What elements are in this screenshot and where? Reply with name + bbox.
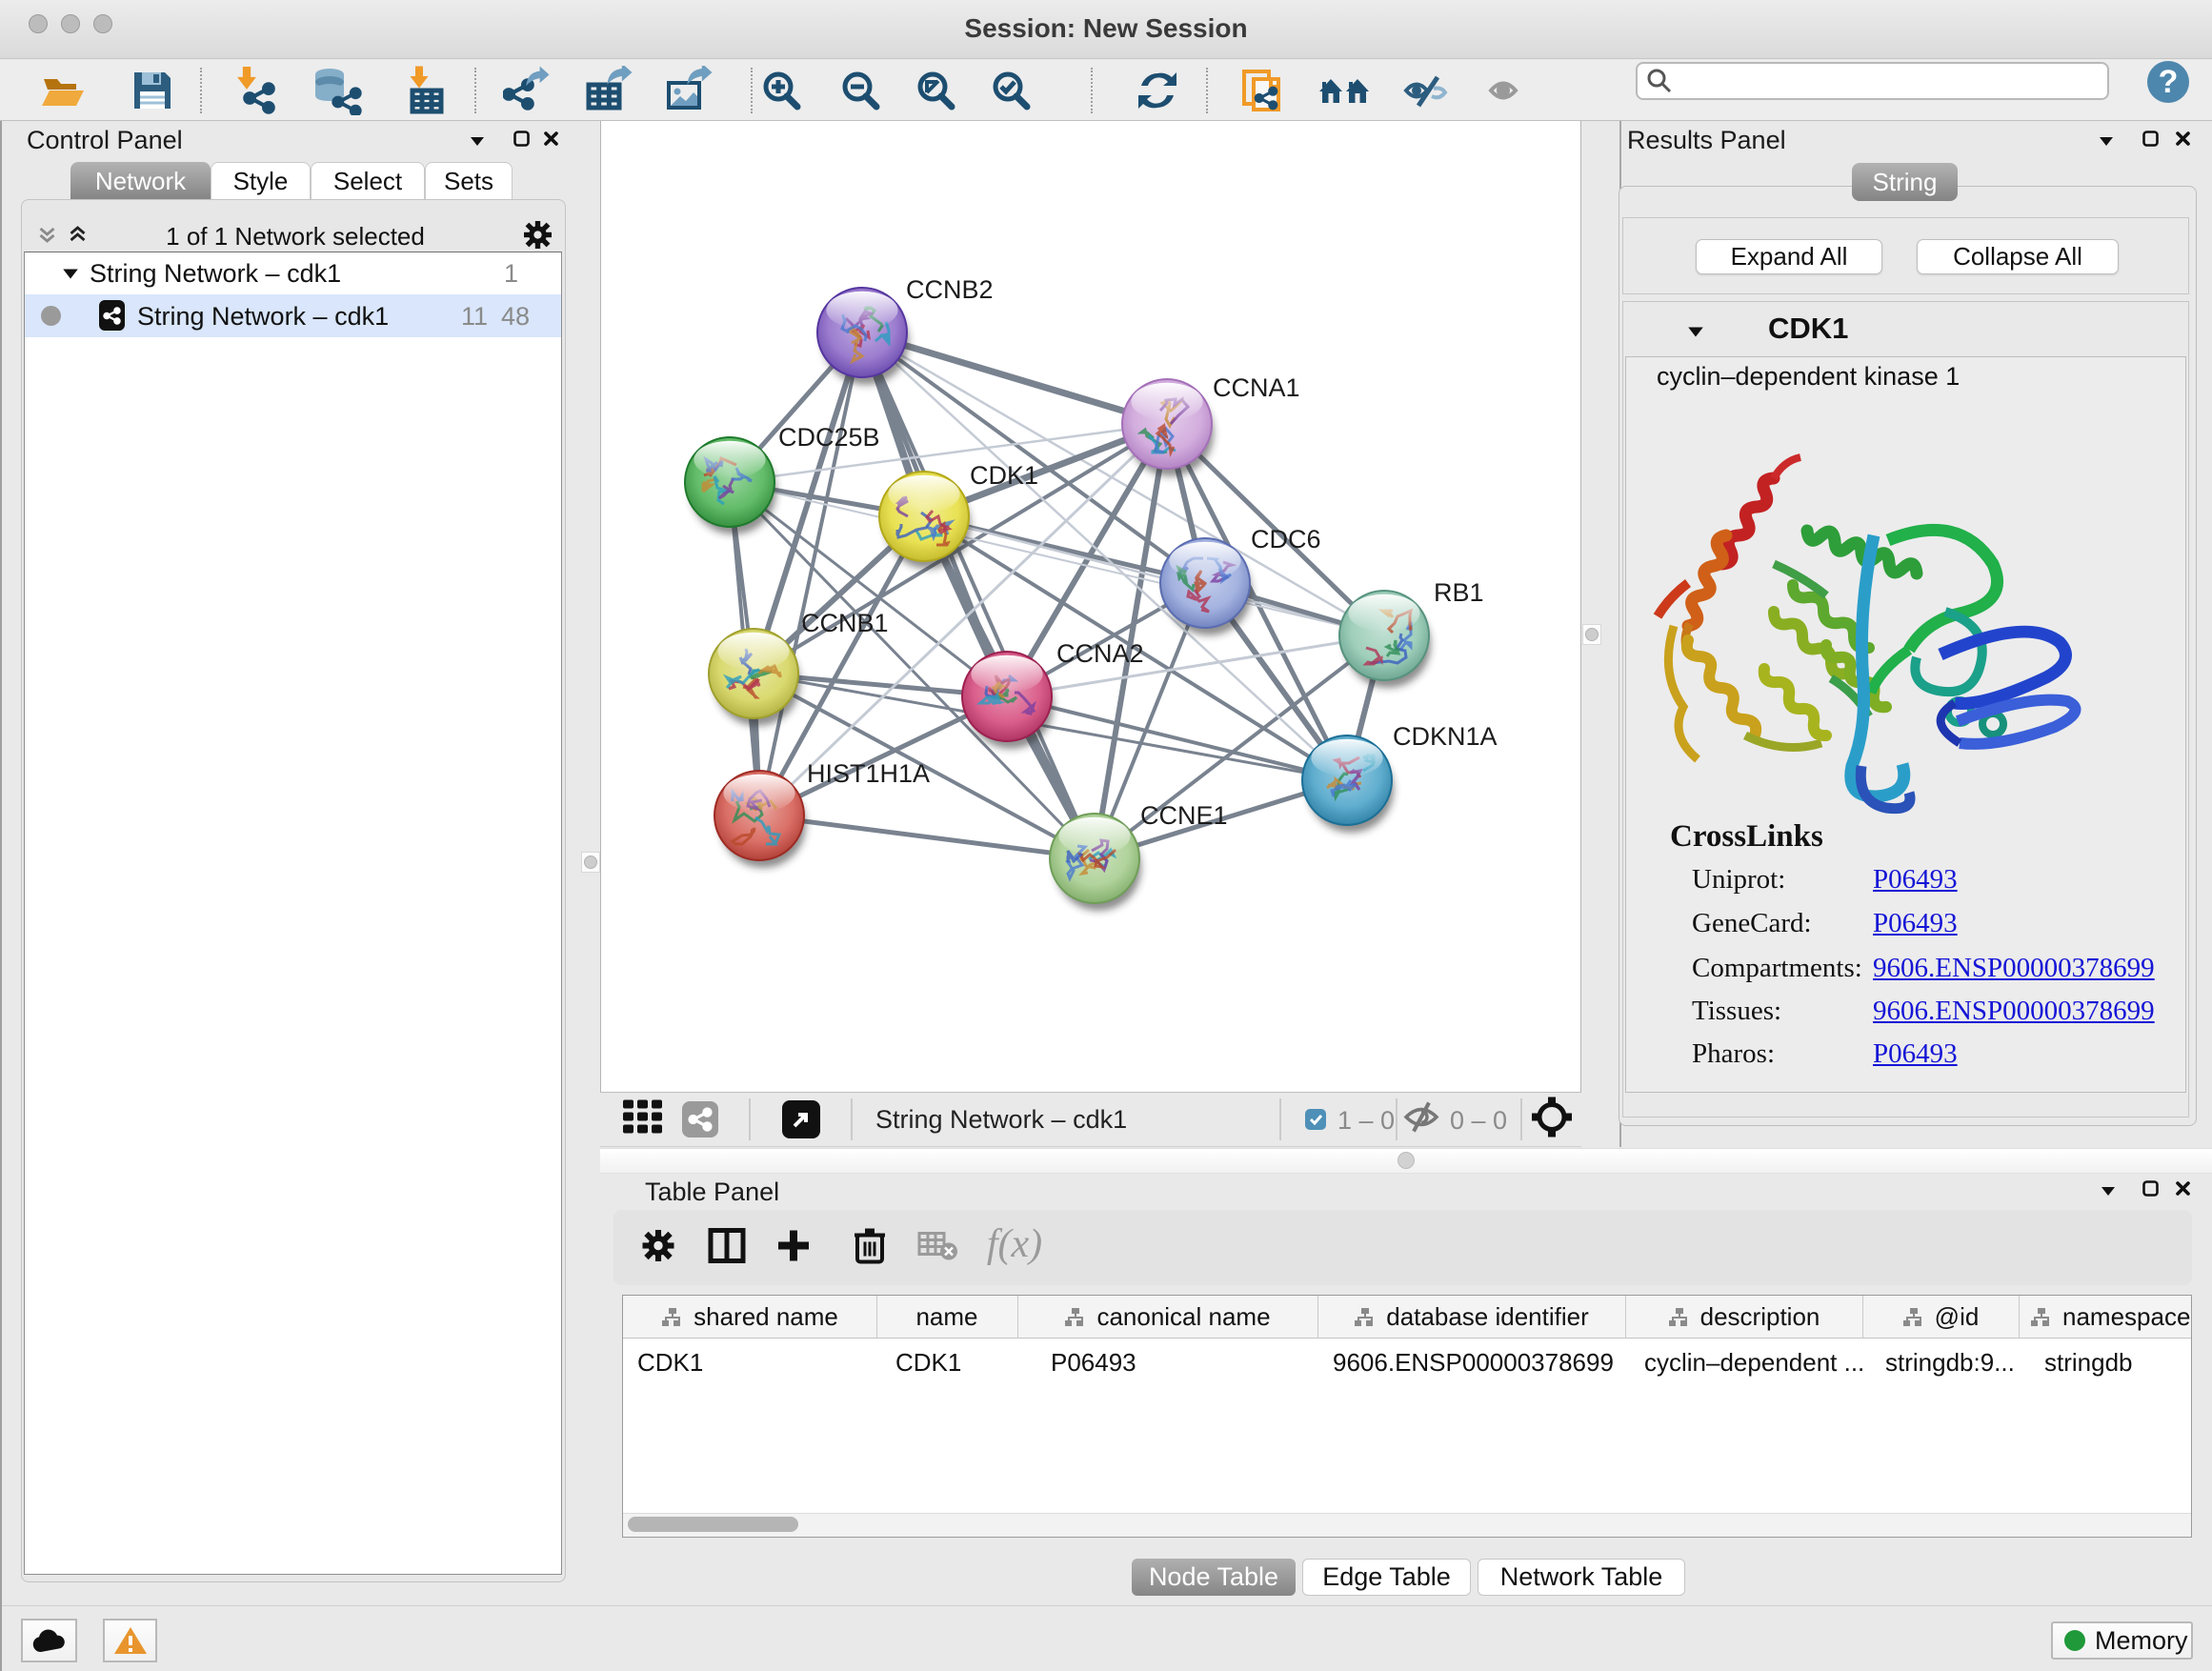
svg-text:RB1: RB1 xyxy=(1434,578,1484,607)
svg-text:CCNB1: CCNB1 xyxy=(801,609,889,637)
svg-text:CCNA1: CCNA1 xyxy=(1213,373,1300,402)
svg-text:CCNB2: CCNB2 xyxy=(906,275,994,304)
svg-text:CDK1: CDK1 xyxy=(970,461,1038,490)
svg-text:CDC6: CDC6 xyxy=(1251,525,1321,554)
svg-text:CCNA2: CCNA2 xyxy=(1056,639,1144,668)
svg-text:CCNE1: CCNE1 xyxy=(1140,801,1228,830)
svg-text:CDKN1A: CDKN1A xyxy=(1393,722,1498,751)
svg-text:HIST1H1A: HIST1H1A xyxy=(807,759,930,788)
svg-text:CDC25B: CDC25B xyxy=(778,423,880,452)
